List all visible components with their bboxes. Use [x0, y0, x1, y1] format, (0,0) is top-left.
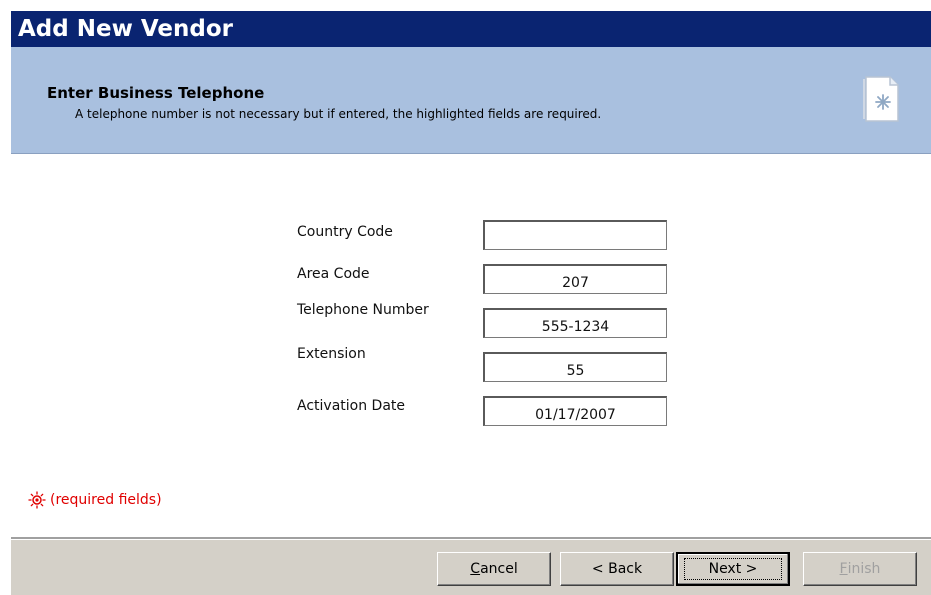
back-button[interactable]: < Back	[560, 552, 674, 586]
telephone-number-input[interactable]	[483, 308, 667, 338]
step-description: A telephone number is not necessary but …	[75, 107, 602, 121]
required-field-icon	[28, 491, 46, 509]
cancel-accel-key: C	[470, 561, 481, 577]
area-code-label: Area Code	[297, 266, 370, 282]
required-fields-note: (required fields)	[28, 491, 162, 509]
activation-date-input[interactable]	[483, 396, 667, 426]
wizard-header-panel: Enter Business Telephone A telephone num…	[11, 47, 931, 154]
step-title: Enter Business Telephone	[47, 84, 265, 102]
wizard-page-icon	[863, 76, 899, 122]
required-fields-text: (required fields)	[50, 492, 162, 508]
cancel-button[interactable]: Cancel	[437, 552, 551, 586]
window-left-edge	[0, 0, 11, 595]
next-button[interactable]: Next >	[676, 552, 790, 586]
next-label: Next >	[683, 558, 783, 580]
country-code-input[interactable]	[483, 220, 667, 250]
wizard-button-bar: Cancel < Back Next > Finish	[11, 537, 931, 595]
area-code-input[interactable]	[483, 264, 667, 294]
wizard-title-bar: Add New Vendor	[11, 11, 931, 47]
extension-label: Extension	[297, 346, 366, 362]
extension-input[interactable]	[483, 352, 667, 382]
finish-accel-key: F	[839, 561, 848, 577]
back-label: < Back	[591, 561, 643, 577]
cancel-label-rest: ancel	[480, 561, 518, 577]
country-code-label: Country Code	[297, 224, 393, 240]
activation-date-label: Activation Date	[297, 398, 406, 414]
finish-button[interactable]: Finish	[803, 552, 917, 586]
telephone-number-label: Telephone Number	[297, 302, 429, 318]
finish-label-rest: inish	[847, 561, 881, 577]
wizard-title: Add New Vendor	[18, 16, 233, 42]
